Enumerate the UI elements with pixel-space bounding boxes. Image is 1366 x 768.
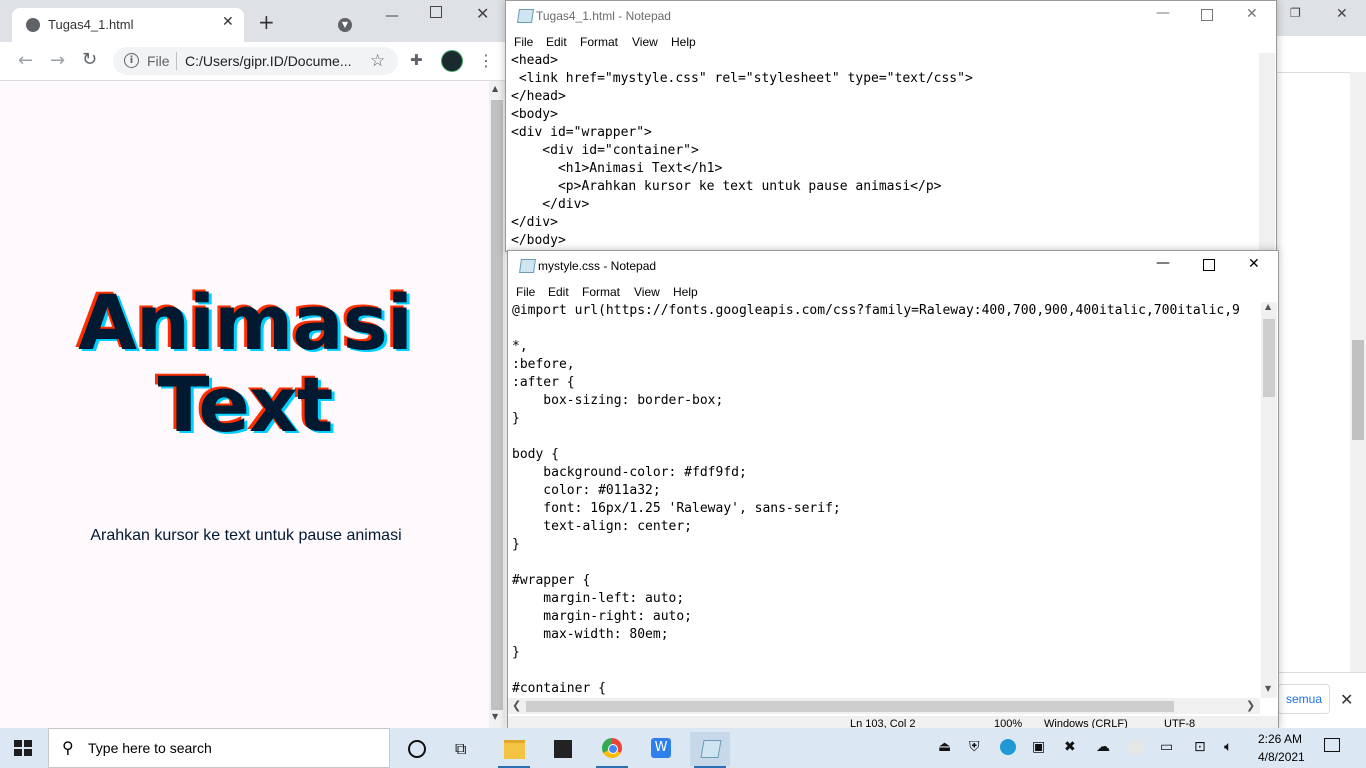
kebab-menu-icon[interactable]: ⋮ bbox=[478, 51, 494, 70]
notepad-css-text-viewport: @import url(https://fonts.googleapis.com… bbox=[508, 302, 1260, 698]
notepad-html-text-area[interactable]: <head> <link href="mystyle.css" rel="sty… bbox=[511, 52, 973, 250]
menu-format[interactable]: Format bbox=[580, 35, 618, 49]
search-icon: ⚲ bbox=[62, 738, 74, 757]
close-icon[interactable]: ✕ bbox=[476, 4, 489, 23]
tab-title: Tugas4_1.html bbox=[48, 17, 134, 32]
volume-icon[interactable]: 🔈︎ bbox=[1224, 739, 1232, 755]
address-separator bbox=[176, 52, 177, 70]
tab-close-icon[interactable]: ✕ bbox=[222, 14, 234, 30]
clock-date[interactable]: 4/8/2021 bbox=[1258, 750, 1305, 764]
page-heading-text: Animasi Text bbox=[78, 278, 413, 449]
address-scheme-label: File bbox=[147, 53, 170, 69]
menu-edit[interactable]: Edit bbox=[548, 285, 569, 299]
writer-app-icon: W bbox=[651, 738, 671, 758]
globe-icon bbox=[26, 18, 40, 32]
menu-edit[interactable]: Edit bbox=[546, 35, 567, 49]
chrome-window: Tugas4_1.html ✕ + ▼ — ✕ ← → ↻ i File C:/… bbox=[0, 0, 505, 728]
menu-help[interactable]: Help bbox=[673, 285, 698, 299]
app-tray-icon[interactable]: ✖ bbox=[1064, 739, 1076, 755]
cortana-icon[interactable] bbox=[408, 740, 426, 758]
scroll-down-arrow-icon[interactable]: ▼ bbox=[492, 712, 498, 721]
background-browser-toolbar bbox=[1276, 36, 1366, 73]
menu-view[interactable]: View bbox=[632, 35, 658, 49]
edge-icon[interactable] bbox=[1000, 739, 1016, 755]
notification-center-icon[interactable] bbox=[1324, 738, 1340, 752]
notepad-css-menubar: File Edit Format View Help bbox=[508, 283, 1278, 303]
notepad-css-window: mystyle.css - Notepad — ✕ File Edit Form… bbox=[507, 250, 1279, 730]
browser-tab[interactable]: Tugas4_1.html ✕ bbox=[12, 8, 244, 42]
notepad-css-titlebar[interactable]: mystyle.css - Notepad — ✕ bbox=[508, 251, 1278, 281]
minimize-icon[interactable]: — bbox=[385, 8, 399, 24]
show-all-button[interactable]: semua bbox=[1278, 684, 1330, 714]
window-title: mystyle.css - Notepad bbox=[538, 259, 657, 273]
maximize-icon[interactable] bbox=[1203, 259, 1215, 271]
profile-avatar[interactable] bbox=[441, 50, 463, 72]
scroll-right-arrow-icon[interactable]: ❯ bbox=[1246, 699, 1255, 712]
page-heading: Animasi Text bbox=[0, 282, 490, 446]
bookmark-star-icon[interactable]: ☆ bbox=[370, 51, 385, 71]
network-icon[interactable]: ⊡ bbox=[1194, 739, 1206, 755]
writer-taskbar-button[interactable]: W bbox=[641, 732, 681, 766]
windows-start-icon[interactable] bbox=[14, 740, 32, 756]
menu-view[interactable]: View bbox=[634, 285, 660, 299]
chrome-icon-center bbox=[608, 744, 618, 754]
forward-button[interactable]: → bbox=[50, 50, 65, 71]
notepad-css-horizontal-scroll-thumb[interactable] bbox=[526, 701, 1174, 712]
page-scroll-thumb[interactable] bbox=[491, 100, 503, 710]
background-browser-scroll-thumb[interactable] bbox=[1352, 340, 1364, 440]
close-icon[interactable]: ✕ bbox=[1248, 256, 1260, 272]
clock-time[interactable]: 2:26 AM bbox=[1258, 732, 1302, 746]
maximize-icon[interactable] bbox=[430, 6, 442, 18]
chrome-taskbar-button[interactable] bbox=[592, 732, 632, 768]
notepad-html-titlebar[interactable]: Tugas4_1.html - Notepad — ✕ bbox=[506, 1, 1276, 31]
menu-help[interactable]: Help bbox=[671, 35, 696, 49]
notepad-html-scrollbar[interactable] bbox=[1259, 53, 1275, 251]
minimize-icon[interactable]: — bbox=[1156, 5, 1170, 21]
scroll-left-arrow-icon[interactable]: ❮ bbox=[512, 699, 521, 712]
extensions-puzzle-icon[interactable]: ✚ bbox=[410, 51, 423, 69]
back-button[interactable]: ← bbox=[18, 50, 33, 71]
address-url[interactable]: C:/Users/gipr.ID/Docume... bbox=[185, 53, 352, 69]
minimize-icon[interactable]: — bbox=[1156, 255, 1170, 271]
file-explorer-taskbar-button[interactable] bbox=[494, 732, 534, 768]
info-icon[interactable]: i bbox=[124, 53, 139, 68]
scroll-up-arrow-icon[interactable]: ▲ bbox=[492, 84, 498, 93]
app-tray-icon-2[interactable] bbox=[1128, 739, 1144, 755]
close-icon[interactable]: ✕ bbox=[1336, 6, 1348, 22]
close-icon[interactable]: ✕ bbox=[1246, 6, 1258, 22]
battery-icon[interactable]: ▭ bbox=[1160, 739, 1173, 755]
tab-search-icon[interactable]: ▼ bbox=[338, 18, 352, 32]
task-view-icon[interactable]: ⧉ bbox=[455, 739, 466, 759]
notepad-icon bbox=[517, 9, 534, 23]
notepad-css-vertical-scroll-thumb[interactable] bbox=[1263, 319, 1275, 397]
cloud-off-icon[interactable]: ☁ bbox=[1096, 739, 1110, 755]
folder-icon bbox=[504, 740, 525, 759]
notepad-icon bbox=[700, 740, 722, 758]
store-taskbar-button[interactable] bbox=[543, 732, 583, 766]
notepad-html-window: Tugas4_1.html - Notepad — ✕ File Edit Fo… bbox=[505, 0, 1277, 252]
close-icon[interactable]: ✕ bbox=[1340, 690, 1353, 709]
window-title: Tugas4_1.html - Notepad bbox=[536, 9, 671, 23]
display-icon[interactable]: ▣ bbox=[1032, 739, 1045, 755]
scroll-down-arrow-icon[interactable]: ▼ bbox=[1265, 684, 1271, 693]
restore-icon[interactable]: ❐ bbox=[1290, 6, 1301, 20]
menu-format[interactable]: Format bbox=[582, 285, 620, 299]
notepad-icon bbox=[519, 259, 536, 273]
scroll-up-arrow-icon[interactable]: ▲ bbox=[1265, 302, 1271, 311]
search-placeholder[interactable]: Type here to search bbox=[88, 740, 212, 756]
maximize-icon[interactable] bbox=[1201, 9, 1213, 21]
reload-button[interactable]: ↻ bbox=[82, 49, 97, 70]
new-tab-button[interactable]: + bbox=[258, 12, 275, 32]
notepad-taskbar-button[interactable] bbox=[690, 732, 730, 768]
page-paragraph: Arahkan kursor ke text untuk pause anima… bbox=[90, 527, 402, 544]
store-bag-icon bbox=[554, 740, 572, 758]
menu-file[interactable]: File bbox=[514, 35, 533, 49]
notepad-html-menubar: File Edit Format View Help bbox=[506, 33, 1276, 53]
security-shield-icon[interactable]: ⛨ bbox=[969, 739, 980, 755]
menu-file[interactable]: File bbox=[516, 285, 535, 299]
usb-device-icon[interactable]: ⏏ bbox=[938, 739, 951, 755]
notepad-css-text-area[interactable]: @import url(https://fonts.googleapis.com… bbox=[512, 302, 1240, 698]
